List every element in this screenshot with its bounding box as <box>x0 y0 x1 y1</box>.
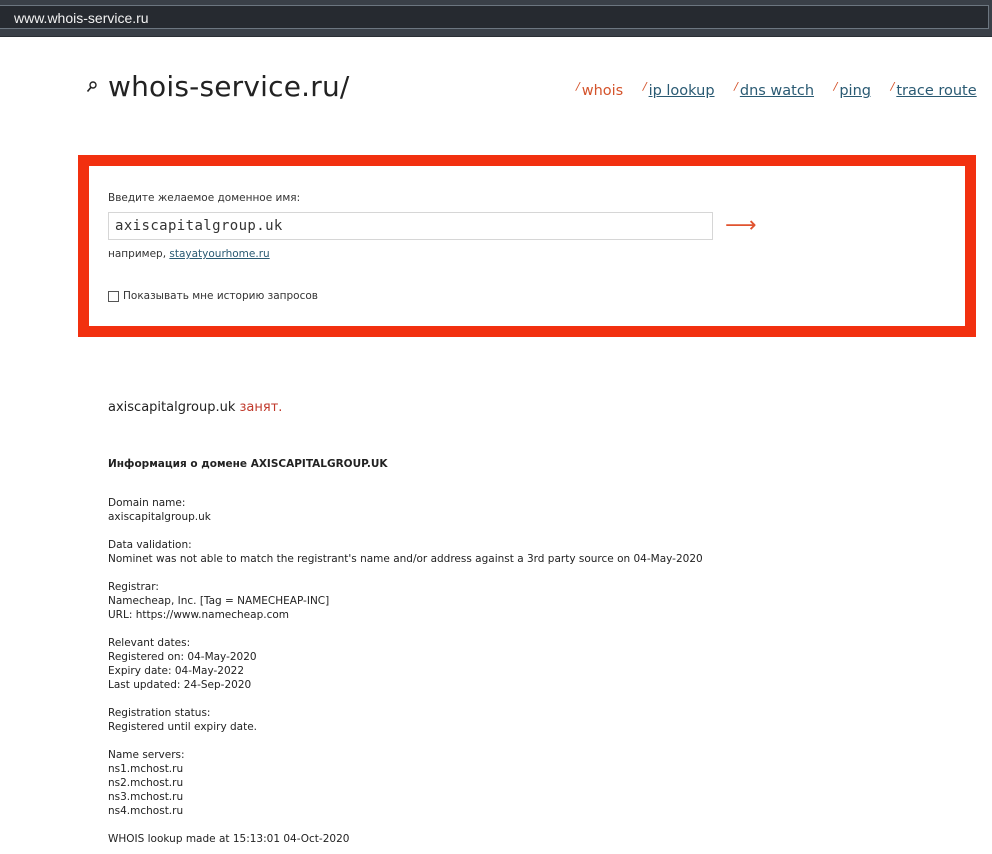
domain-input[interactable] <box>108 212 713 240</box>
url-field[interactable]: www.whois-service.ru <box>0 5 989 29</box>
nav-item-dns-watch[interactable]: / dns watch <box>734 80 814 99</box>
whois-line: Name servers: <box>108 749 185 761</box>
url-text: www.whois-service.ru <box>14 10 149 26</box>
nav-item-trace-route[interactable]: / trace route <box>891 80 977 99</box>
nav-tick: / <box>642 80 647 93</box>
whois-line: Registered on: 04-May-2020 <box>108 651 257 663</box>
submit-arrow-button[interactable]: ⟶ <box>725 211 757 241</box>
whois-line: Registrar: <box>108 581 159 593</box>
whois-line: ns1.mchost.ru <box>108 763 184 775</box>
whois-line: Namecheap, Inc. [Tag = NAMECHEAP-INC] <box>108 595 330 607</box>
domain-input-label: Введите желаемое доменное имя: <box>108 192 301 204</box>
nav-link-ip-lookup[interactable]: ip lookup <box>649 83 715 99</box>
main-nav: / whois / ip lookup / dns watch / ping / trac… <box>576 80 992 99</box>
nav-tick: / <box>833 80 838 93</box>
whois-gap <box>108 622 808 636</box>
search-form-highlight: Введите желаемое доменное имя: ⟶ наприме… <box>78 155 976 337</box>
whois-line: Data validation: <box>108 539 192 551</box>
whois-line: WHOIS lookup made at 15:13:01 04-Oct-202… <box>108 833 350 845</box>
whois-gap <box>108 818 808 832</box>
status-badge: занят. <box>239 400 283 415</box>
site-logo[interactable]: whois-service.ru/ <box>108 70 350 103</box>
example-prefix: например, <box>108 248 170 260</box>
whois-line: ns4.mchost.ru <box>108 805 184 817</box>
whois-line: axiscapitalgroup.uk <box>108 511 211 523</box>
browser-address-bar: www.whois-service.ru <box>0 0 992 37</box>
whois-line: Relevant dates: <box>108 637 191 649</box>
nav-link-whois[interactable]: whois <box>582 83 624 99</box>
nav-item-ping[interactable]: / ping <box>834 80 871 99</box>
history-checkbox[interactable] <box>108 290 119 302</box>
whois-line: Last updated: 24-Sep-2020 <box>108 679 252 691</box>
history-option[interactable]: Показывать мне историю запросов <box>108 290 318 302</box>
whois-line: Domain name: <box>108 497 186 509</box>
info-title: Информация о домене AXISCAPITALGROUP.UK <box>108 458 388 470</box>
example-hint: например, stayatyourhome.ru <box>108 248 270 260</box>
whois-line: Expiry date: 04-May-2022 <box>108 665 245 677</box>
whois-line: Nominet was not able to match the regist… <box>108 553 703 565</box>
page: www.whois-service.ru whois-service.ru/ /… <box>0 0 992 854</box>
nav-link-ping[interactable]: ping <box>839 83 871 99</box>
history-checkbox-label[interactable]: Показывать мне историю запросов <box>123 290 318 302</box>
nav-tick: / <box>576 80 580 93</box>
whois-gap <box>108 566 808 580</box>
whois-line: ns2.mchost.ru <box>108 777 184 789</box>
nav-tick: / <box>734 80 738 93</box>
search-icon <box>86 81 97 93</box>
nav-link-trace-route[interactable]: trace route <box>896 83 976 99</box>
nav-item-ip-lookup[interactable]: / ip lookup <box>643 80 715 99</box>
whois-line: ns3.mchost.ru <box>108 791 184 803</box>
whois-line: Registered until expiry date. <box>108 721 258 733</box>
whois-output: Domain name: axiscapitalgroup.uk Data vali… <box>108 496 808 846</box>
domain-status: axiscapitalgroup.uk занят. <box>108 400 282 415</box>
result-domain: axiscapitalgroup.uk <box>108 400 236 415</box>
nav-link-dns-watch[interactable]: dns watch <box>740 83 814 99</box>
whois-gap <box>108 524 808 538</box>
nav-tick: / <box>890 80 895 93</box>
whois-gap <box>108 734 808 748</box>
whois-line: URL: https://www.namecheap.com <box>108 609 290 621</box>
whois-line: Registration status: <box>108 707 211 719</box>
whois-gap <box>108 692 808 706</box>
nav-item-whois[interactable]: / whois <box>576 80 623 99</box>
example-domain-link[interactable]: stayatyourhome.ru <box>169 248 269 260</box>
